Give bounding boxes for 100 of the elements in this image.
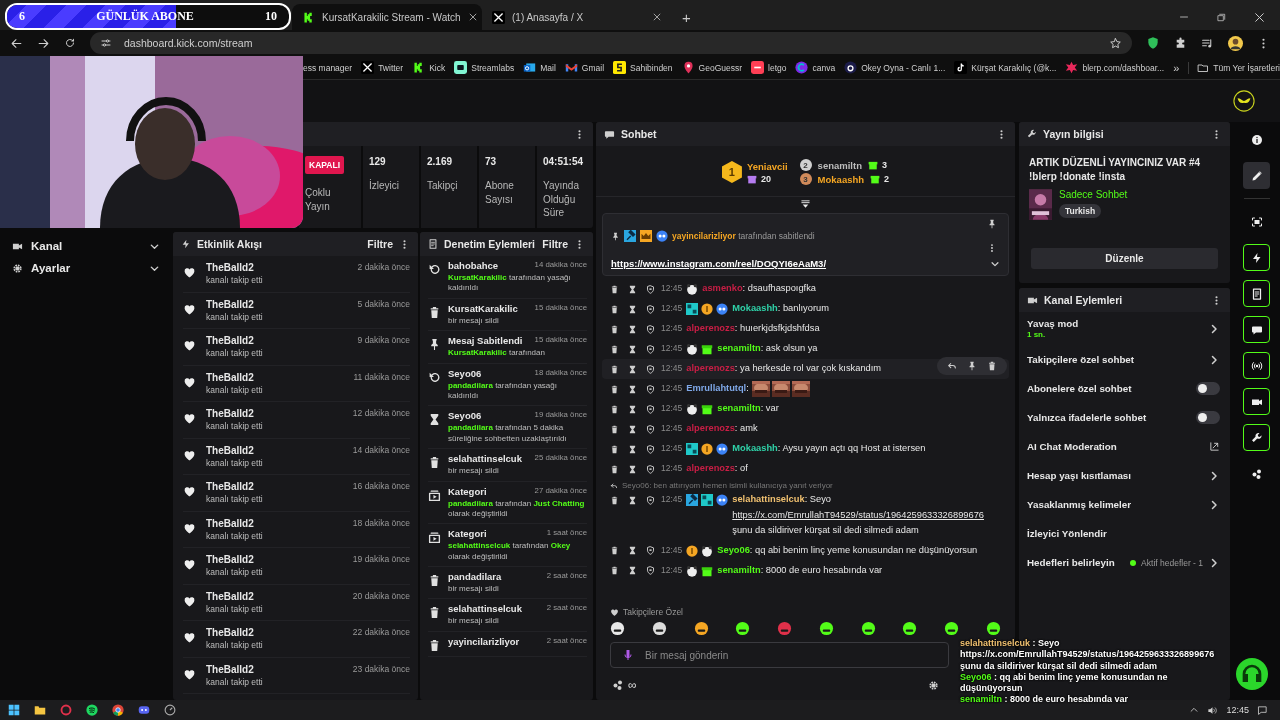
- hourglass-icon[interactable]: [628, 444, 637, 454]
- sidebar-button[interactable]: [1243, 424, 1270, 451]
- shield-icon[interactable]: [646, 364, 655, 374]
- trash-icon[interactable]: [610, 546, 619, 555]
- chevron-up-icon[interactable]: [1189, 705, 1200, 715]
- filter-button[interactable]: Filtre: [367, 238, 393, 250]
- sidebar-button[interactable]: [1243, 316, 1270, 343]
- shield-icon[interactable]: [646, 384, 655, 394]
- gamepad-icon[interactable]: [138, 704, 150, 716]
- hourglass-icon[interactable]: [628, 464, 637, 474]
- bookmark[interactable]: Mail: [523, 61, 556, 74]
- ring-icon[interactable]: [60, 704, 72, 716]
- shield-icon[interactable]: [646, 495, 655, 505]
- hourglass-icon[interactable]: [628, 566, 637, 575]
- gauge-icon[interactable]: [164, 704, 176, 716]
- bookmark[interactable]: Sahibinden: [613, 61, 673, 74]
- bookmark[interactable]: Okey Oyna - Canlı 1...: [844, 61, 946, 74]
- emote-icon[interactable]: [818, 621, 834, 636]
- edit-button[interactable]: Düzenle: [1031, 248, 1218, 269]
- shield-icon[interactable]: [646, 284, 655, 294]
- browser-tab[interactable]: (1) Anasayfa / X: [482, 4, 672, 30]
- category-link[interactable]: Sadece Sohbet: [1059, 189, 1128, 200]
- trash-icon[interactable]: [610, 424, 619, 434]
- browser-icon[interactable]: [112, 704, 124, 716]
- all-bookmarks-button[interactable]: Tüm Yer İşaretleri: [1188, 61, 1280, 74]
- hourglass-icon[interactable]: [628, 404, 637, 414]
- pinned-link[interactable]: https://www.instagram.com/reel/DOQYI6eAaM3/: [611, 258, 827, 269]
- shield-icon[interactable]: [646, 304, 655, 314]
- reload-icon[interactable]: [64, 37, 76, 49]
- reply-button[interactable]: [947, 361, 957, 371]
- headset-icon[interactable]: [1236, 658, 1268, 690]
- sidebar-button[interactable]: [1243, 162, 1270, 189]
- shield-icon[interactable]: [1146, 36, 1160, 50]
- mask-logo-icon[interactable]: [1233, 90, 1255, 112]
- bookmark[interactable]: letgo: [751, 61, 787, 74]
- toggle-switch[interactable]: [1196, 382, 1220, 395]
- message-input[interactable]: Bir mesaj gönderin: [610, 642, 949, 668]
- hourglass-icon[interactable]: [628, 324, 637, 334]
- trash-icon[interactable]: [610, 444, 619, 454]
- dots-cluster-icon[interactable]: [612, 679, 624, 691]
- shield-icon[interactable]: [646, 344, 655, 354]
- settings-icon[interactable]: [928, 679, 939, 691]
- address-field[interactable]: dashboard.kick.com/stream: [90, 32, 1132, 54]
- bookmark[interactable]: Kick: [412, 61, 446, 74]
- trash-icon[interactable]: [610, 404, 619, 414]
- bookmark[interactable]: blerp.com/dashboar...: [1065, 61, 1165, 74]
- sound-wave-icon[interactable]: [86, 704, 98, 716]
- shield-icon[interactable]: [646, 566, 655, 575]
- emote-icon[interactable]: [860, 621, 876, 636]
- nav-item[interactable]: Ayarlar: [12, 262, 160, 274]
- sidebar-button[interactable]: [1243, 388, 1270, 415]
- bookmark[interactable]: Twitter: [361, 61, 404, 74]
- microphone-icon[interactable]: [622, 649, 634, 661]
- shield-icon[interactable]: [646, 324, 655, 334]
- emote-icon[interactable]: [902, 621, 918, 636]
- trash-icon[interactable]: [610, 566, 619, 575]
- shield-icon[interactable]: [646, 464, 655, 474]
- sidebar-button[interactable]: [1243, 280, 1270, 307]
- media-queue-icon[interactable]: [1201, 36, 1214, 50]
- bookmark[interactable]: Gmail: [564, 61, 605, 74]
- external-link-icon[interactable]: [1209, 441, 1220, 452]
- shield-icon[interactable]: [646, 404, 655, 414]
- bookmark[interactable]: Kürşat Karakılıç (@k...: [954, 61, 1057, 74]
- star-icon[interactable]: [1109, 36, 1122, 50]
- hourglass-icon[interactable]: [628, 364, 637, 374]
- emote-icon[interactable]: [693, 621, 709, 636]
- hourglass-icon[interactable]: [628, 304, 637, 314]
- close-icon[interactable]: [652, 12, 662, 22]
- hourglass-icon[interactable]: [628, 384, 637, 394]
- windows-icon[interactable]: [8, 704, 20, 716]
- forward-icon[interactable]: [37, 36, 50, 50]
- folder-icon[interactable]: [34, 704, 46, 716]
- filter-button[interactable]: Filtre: [542, 238, 568, 250]
- nav-item[interactable]: Kanal: [12, 240, 160, 252]
- trash-icon[interactable]: [610, 364, 619, 374]
- trash-icon[interactable]: [610, 304, 619, 314]
- browser-tab[interactable]: KursatKarakilic Stream - Watch: [292, 4, 482, 30]
- new-tab-button[interactable]: +: [672, 4, 701, 30]
- sidebar-button[interactable]: [1243, 352, 1270, 379]
- back-icon[interactable]: [10, 36, 23, 50]
- infinity-symbol[interactable]: ∞: [628, 678, 637, 692]
- bookmark[interactable]: canva: [795, 61, 836, 74]
- bookmark[interactable]: Streamlabs: [454, 61, 515, 74]
- emote-icon[interactable]: [735, 621, 751, 636]
- trash-icon[interactable]: [610, 384, 619, 394]
- delete-button[interactable]: [987, 361, 997, 371]
- close-icon[interactable]: [1253, 10, 1266, 24]
- shield-icon[interactable]: [646, 444, 655, 454]
- bookmark[interactable]: GeoGuessr: [681, 61, 743, 74]
- shield-icon[interactable]: [646, 424, 655, 434]
- trash-icon[interactable]: [610, 464, 619, 474]
- trash-icon[interactable]: [610, 324, 619, 334]
- toggle-switch[interactable]: [1196, 411, 1220, 424]
- bookmark[interactable]: ess manager: [303, 62, 353, 73]
- trash-icon[interactable]: [610, 344, 619, 354]
- trash-icon[interactable]: [610, 495, 619, 505]
- puzzle-icon[interactable]: [1174, 36, 1187, 50]
- emote-icon[interactable]: [944, 621, 960, 636]
- emote-icon[interactable]: [610, 621, 625, 636]
- hourglass-icon[interactable]: [628, 495, 637, 505]
